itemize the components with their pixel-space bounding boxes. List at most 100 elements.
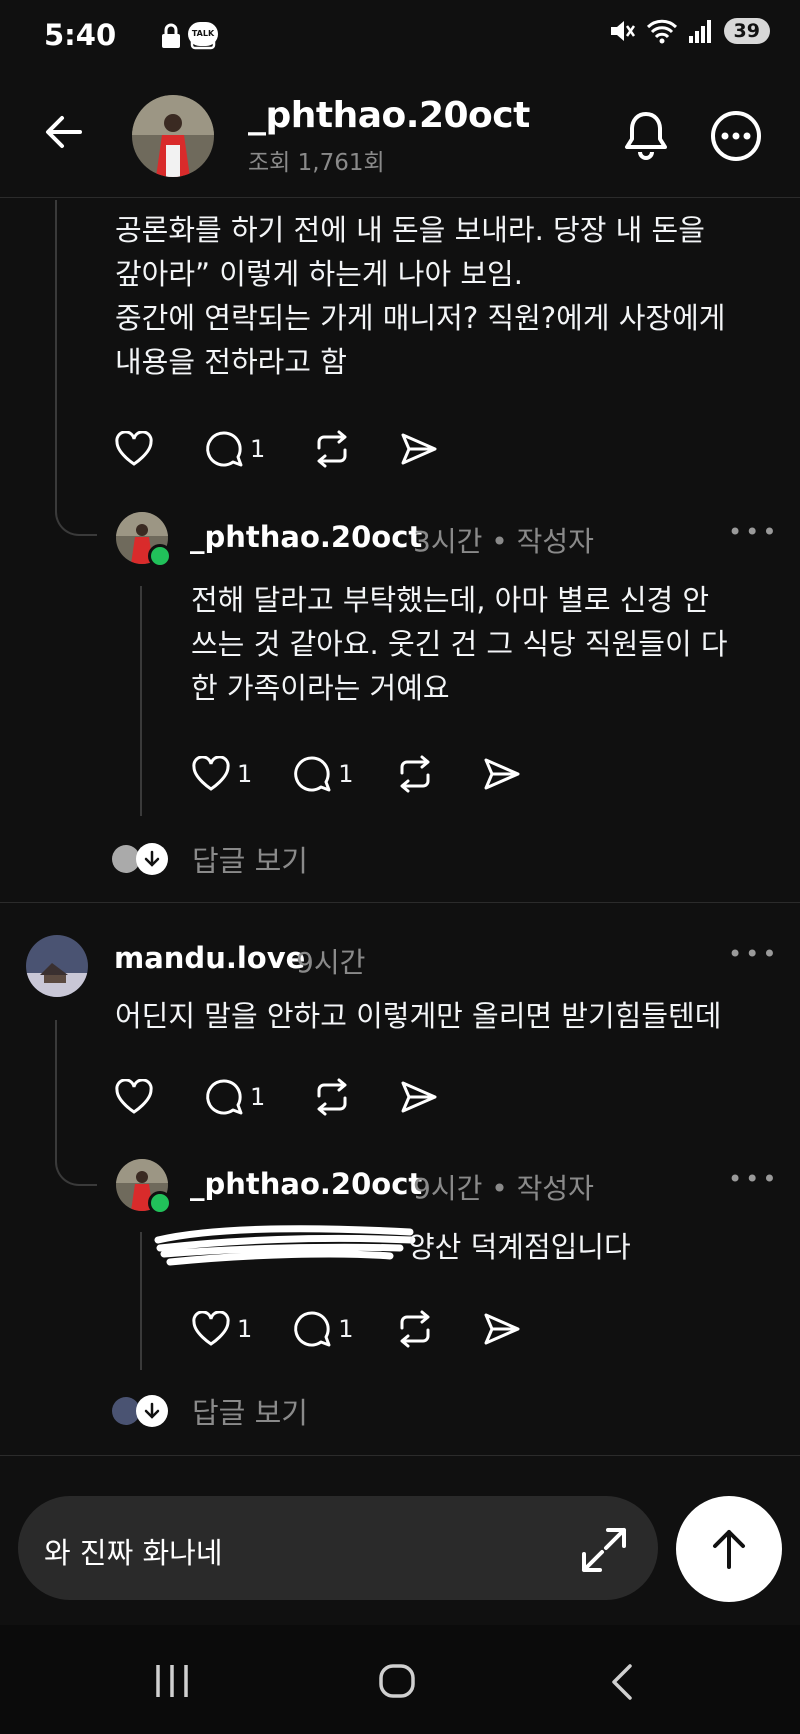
repost-icon xyxy=(400,1310,430,1348)
repost-icon xyxy=(317,1078,347,1116)
like-button[interactable] xyxy=(114,431,154,467)
view-replies-link[interactable]: 답글 보기 xyxy=(112,1390,308,1432)
repost-button[interactable] xyxy=(311,430,353,468)
author-tag: • 작성자 xyxy=(491,525,594,558)
send-icon xyxy=(484,1313,520,1345)
heart-icon xyxy=(115,1079,153,1114)
expand-down-icon xyxy=(136,1395,168,1427)
reply-count: 1 xyxy=(250,1083,266,1111)
post-text-line: 내용을 전하라고 함 xyxy=(115,345,347,379)
wifi-icon xyxy=(646,19,677,44)
reply-username[interactable]: _phthao.20oct xyxy=(190,520,422,554)
redaction-scribble xyxy=(150,1218,430,1268)
reply-username[interactable]: _phthao.20oct xyxy=(190,1167,422,1201)
arrow-up-icon xyxy=(713,1530,745,1569)
share-button[interactable] xyxy=(482,756,522,792)
reply-text-line: 전해 달라고 부탁했는데, 아마 별로 신경 안 xyxy=(191,583,710,617)
reply-count: 1 xyxy=(250,435,266,463)
view-replies-link[interactable]: 답글 보기 xyxy=(112,838,308,880)
post-text-line: 중간에 연락되는 가게 매니저? 직원?에게 사장에게 xyxy=(115,301,726,335)
comment-icon xyxy=(206,1079,243,1115)
replies-avatars xyxy=(112,841,174,877)
like-button[interactable] xyxy=(114,1079,154,1115)
home-button[interactable] xyxy=(378,1663,416,1699)
repost-button[interactable] xyxy=(394,1310,436,1348)
header-divider xyxy=(0,197,800,198)
comment-actions: 1 xyxy=(114,1078,439,1116)
reply-more-button[interactable]: ••• xyxy=(728,1165,779,1193)
online-indicator xyxy=(148,1191,172,1215)
repost-button[interactable] xyxy=(394,755,436,793)
view-replies-label: 답글 보기 xyxy=(192,844,308,878)
nav-back-icon xyxy=(612,1664,632,1700)
share-button[interactable] xyxy=(482,1311,522,1347)
reply-count: 1 xyxy=(338,760,354,788)
reply-button[interactable]: 1 xyxy=(292,1310,354,1348)
comment-time: 9시간 xyxy=(296,946,366,979)
more-options-button[interactable] xyxy=(710,110,762,162)
status-time: 5:40 xyxy=(44,18,117,52)
header-username[interactable]: _phthao.20oct xyxy=(248,95,530,136)
like-count: 1 xyxy=(237,760,253,788)
thread-connector xyxy=(55,470,97,536)
notification-button[interactable] xyxy=(622,110,670,160)
arrow-down-icon xyxy=(144,850,160,867)
repost-icon xyxy=(400,755,430,793)
system-indicators: 39 xyxy=(608,18,770,44)
share-button[interactable] xyxy=(399,1079,439,1115)
commenter-avatar-image xyxy=(26,935,88,997)
bell-icon xyxy=(625,112,667,160)
reply-text-line: 한 가족이라는 거예요 xyxy=(191,671,450,705)
like-button[interactable]: 1 xyxy=(191,1311,252,1347)
comment-text: 어딘지 말을 안하고 이렇게만 올리면 받기힘들텐데 xyxy=(115,999,722,1033)
reply-more-button[interactable]: ••• xyxy=(728,518,779,546)
back-arrow-icon xyxy=(46,116,82,148)
post-actions: 1 xyxy=(114,430,439,468)
reply-button[interactable]: 1 xyxy=(204,1078,265,1116)
view-replies-label: 답글 보기 xyxy=(192,1396,308,1430)
redaction-scribble-svg xyxy=(154,1225,416,1266)
reply-time: 9시간 xyxy=(413,1172,483,1205)
thread-line xyxy=(55,200,57,510)
post-text: 공론화를 하기 전에 내 돈을 보내라. 당장 내 돈을 갚아라” 이렇게 하는… xyxy=(115,208,785,384)
comment-icon xyxy=(294,1311,331,1347)
thread-line xyxy=(140,1232,142,1370)
thread-connector xyxy=(55,1120,97,1186)
back-button[interactable] xyxy=(44,114,84,150)
comment-more-button[interactable]: ••• xyxy=(728,940,779,968)
commenter-avatar[interactable] xyxy=(26,935,88,997)
reply-meta: 3시간 • 작성자 xyxy=(413,520,594,560)
signal-icon xyxy=(688,20,711,43)
composer-input[interactable]: 와 진짜 화나네 xyxy=(44,1530,223,1572)
repost-button[interactable] xyxy=(311,1078,353,1116)
expand-icon xyxy=(582,1528,626,1572)
talk-icon: TALK xyxy=(188,22,218,46)
system-nav-bar xyxy=(0,1625,800,1734)
reply-time: 3시간 xyxy=(413,525,483,558)
mute-icon xyxy=(610,21,635,41)
send-icon xyxy=(401,433,437,465)
comment-icon xyxy=(294,756,331,792)
author-tag: • 작성자 xyxy=(491,1172,594,1205)
nav-back-button[interactable] xyxy=(608,1663,636,1701)
battery-indicator: 39 xyxy=(723,18,770,44)
reply-button[interactable]: 1 xyxy=(292,755,354,793)
profile-avatar[interactable] xyxy=(132,95,214,177)
expand-down-icon xyxy=(136,843,168,875)
reply-text-line: 쓰는 것 같아요. 웃긴 건 그 식당 직원들이 다 xyxy=(191,627,728,661)
heart-icon xyxy=(192,1311,230,1346)
scroll-to-top-button[interactable] xyxy=(676,1496,782,1602)
reply-actions: 1 1 xyxy=(191,1310,522,1348)
reply-actions: 1 1 xyxy=(191,755,522,793)
share-button[interactable] xyxy=(399,431,439,467)
send-icon xyxy=(401,1081,437,1113)
commenter-username[interactable]: mandu.love xyxy=(114,941,305,975)
recent-apps-button[interactable] xyxy=(152,1663,192,1699)
recent-apps-icon xyxy=(156,1665,188,1697)
arrow-down-icon xyxy=(144,1402,160,1419)
more-icon xyxy=(711,111,761,161)
reply-text: 전해 달라고 부탁했는데, 아마 별로 신경 안 쓰는 것 같아요. 웃긴 건 … xyxy=(191,578,781,710)
expand-composer-button[interactable] xyxy=(578,1524,630,1576)
reply-button[interactable]: 1 xyxy=(204,430,265,468)
like-button[interactable]: 1 xyxy=(191,756,252,792)
